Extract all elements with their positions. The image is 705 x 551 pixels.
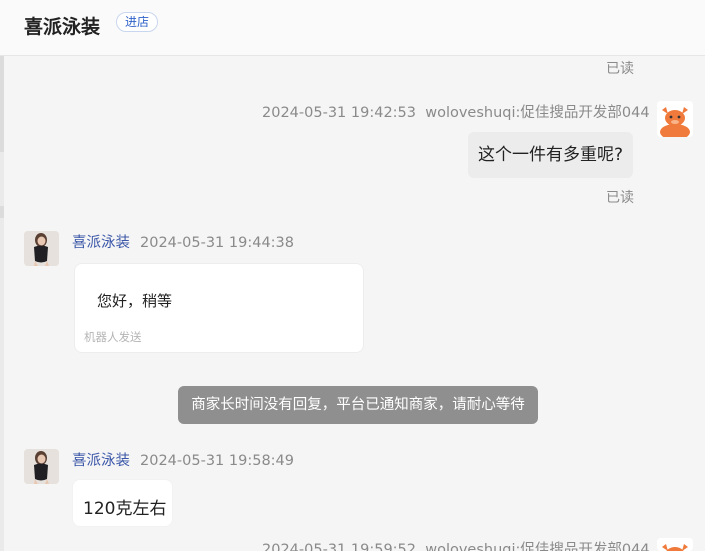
system-notice: 商家长时间没有回复，平台已通知商家，请耐心等待	[178, 386, 538, 424]
message-timestamp: 2024-05-31 19:59:52	[262, 542, 416, 551]
message-sender: woloveshuqi:促佳搜品开发部044	[425, 105, 650, 121]
message-bubble-incoming[interactable]: 您好，稍等 机器人发送	[74, 263, 364, 353]
shop-avatar[interactable]	[24, 231, 59, 266]
message-meta: 喜派泳装 2024-05-31 19:58:49	[72, 449, 294, 470]
message-meta: 2024-05-31 19:59:52 woloveshuqi:促佳搜品开发部0…	[262, 538, 650, 551]
cartoon-bull-icon	[657, 101, 693, 137]
shop-avatar[interactable]	[24, 449, 59, 484]
message-timestamp: 2024-05-31 19:44:38	[140, 235, 294, 251]
left-edge-strip	[0, 56, 4, 551]
user-avatar[interactable]	[657, 538, 693, 551]
message-meta: 2024-05-31 19:42:53 woloveshuqi:促佳搜品开发部0…	[262, 101, 650, 122]
message-timestamp: 2024-05-31 19:42:53	[262, 105, 416, 121]
message-sender[interactable]: 喜派泳装	[72, 453, 130, 469]
message-sender[interactable]: 喜派泳装	[72, 235, 130, 251]
shop-title: 喜派泳装	[24, 16, 101, 38]
message-text: 120克左右	[83, 499, 167, 519]
user-avatar[interactable]	[657, 101, 693, 137]
read-receipt: 已读	[606, 190, 634, 206]
message-bubble-outgoing[interactable]: 这个一件有多重呢?	[468, 132, 634, 178]
message-sender: woloveshuqi:促佳搜品开发部044	[425, 542, 650, 551]
swimsuit-model-icon	[24, 449, 59, 484]
message-text: 您好，稍等	[97, 292, 173, 310]
read-receipt: 已读	[606, 61, 634, 77]
cartoon-bull-icon	[657, 538, 693, 551]
swimsuit-model-icon	[24, 231, 59, 266]
message-bubble-incoming[interactable]: 120克左右	[72, 479, 173, 527]
left-edge-segment	[0, 56, 4, 152]
message-meta: 喜派泳装 2024-05-31 19:44:38	[72, 231, 294, 252]
bot-sent-note: 机器人发送	[84, 330, 142, 344]
enter-shop-button[interactable]: 进店	[116, 12, 159, 32]
chat-header: 喜派泳装 进店	[0, 0, 705, 56]
left-edge-segment	[0, 206, 4, 218]
message-timestamp: 2024-05-31 19:58:49	[140, 453, 294, 469]
